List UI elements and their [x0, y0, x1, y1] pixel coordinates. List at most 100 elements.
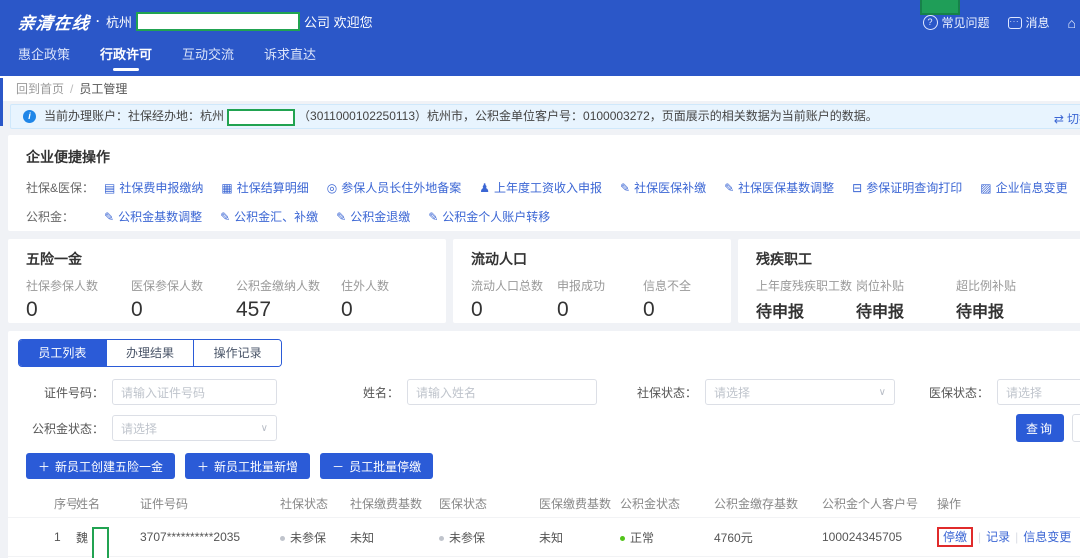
quick-link[interactable]: ✎社保医保基数调整	[724, 179, 834, 196]
panel-tab[interactable]: 员工列表	[19, 340, 106, 366]
edit-icon: ✎	[220, 211, 230, 223]
stat-value: 待申报	[856, 298, 956, 322]
quick-link-label: 社保费申报缴纳	[119, 179, 203, 196]
table-header-cell: 医保状态	[439, 495, 539, 512]
stat-value: 0	[341, 298, 446, 322]
panel-tab[interactable]: 操作记录	[193, 340, 281, 366]
quick-link[interactable]: ✎ 公积金退缴	[336, 208, 410, 225]
stat-value: 457	[236, 298, 341, 322]
quick-ops-title: 企业便捷操作	[26, 147, 1080, 167]
banner-text-after: （3011000102250113）杭州市，公积金单位客户号：010000327…	[298, 109, 878, 123]
quick-link[interactable]: ▤社保费申报缴纳	[104, 179, 203, 196]
stat-value: 0	[26, 298, 131, 322]
info-icon	[23, 110, 36, 123]
stat-value: 0	[131, 298, 236, 322]
stat-item: 信息不全0	[643, 277, 729, 322]
filter-placeholder: 请选择	[714, 384, 750, 401]
quick-ops-category-label: 公积金：	[26, 208, 104, 225]
stat-item: 住外人数0	[341, 277, 446, 322]
filter-select[interactable]: 请选择∨	[997, 379, 1080, 405]
stat-value: 0	[471, 298, 557, 322]
account-banner: 当前办理账户：社保经办地：杭州（3011000102250113）杭州市，公积金…	[10, 104, 1080, 129]
stat-item: 流动人口总数0	[471, 277, 557, 322]
panel-tab[interactable]: 办理结果	[106, 340, 194, 366]
stat-label: 申报成功	[557, 277, 643, 294]
stat-item: 超比例补贴待申报	[956, 277, 1056, 322]
nav-tab[interactable]: 惠企政策	[18, 42, 70, 63]
status-text: 未参保	[449, 531, 485, 545]
quick-link[interactable]: ⊟参保证明查询打印	[852, 179, 962, 196]
edit-icon: ✎	[724, 182, 734, 194]
faq-label: 常见问题	[942, 14, 990, 31]
workspace-link[interactable]: ⌂	[1068, 17, 1076, 29]
filter-group: 证件号码： 请输入证件号码	[8, 379, 277, 405]
quick-link[interactable]: ▦社保结算明细	[221, 179, 308, 196]
annotation-highlight: 停缴	[937, 527, 973, 547]
quick-link-label: 参保证明查询打印	[866, 179, 962, 196]
quick-link[interactable]: ♟上年度工资收入申报	[479, 179, 602, 196]
question-icon	[923, 15, 938, 30]
stats-card: 残疾职工上年度残疾职工数待申报岗位补贴待申报超比例补贴待申报	[738, 239, 1080, 323]
search-button[interactable]: 查询	[1016, 414, 1064, 442]
stat-value: 0	[557, 298, 643, 322]
faq-link[interactable]: 常见问题	[923, 14, 990, 31]
stat-label: 岗位补贴	[856, 277, 956, 294]
quick-ops-category-label: 社保&医保：	[26, 179, 104, 196]
stat-value: 0	[643, 298, 729, 322]
main-nav: 惠企政策 行政许可 互动交流 诉求直达	[0, 42, 1080, 76]
filter-placeholder: 请输入证件号码	[121, 384, 205, 401]
stat-value: 待申报	[956, 298, 1056, 322]
switch-account-link[interactable]: ⇄ 切换账户	[1054, 110, 1080, 127]
quick-link[interactable]: ▨企业信息变更	[980, 179, 1067, 196]
filter-select[interactable]: 请选择∨	[112, 415, 277, 441]
stat-item: 医保参保人数0	[131, 277, 236, 322]
edit-icon: ✎	[104, 211, 114, 223]
stat-label: 上年度残疾职工数	[756, 277, 856, 294]
action-button[interactable]: －员工批量停缴	[320, 453, 433, 479]
nav-tab[interactable]: 互动交流	[182, 42, 234, 63]
quick-link-label: 企业信息变更	[996, 179, 1068, 196]
app-logo: 亲清在线	[17, 9, 92, 34]
table-header-cell: 姓名	[76, 495, 140, 512]
quick-link[interactable]: ◎参保人员长住外地备案	[327, 179, 462, 196]
stats-items: 社保参保人数0医保参保人数0公积金缴纳人数457住外人数0	[26, 277, 446, 322]
filter-select[interactable]: 请选择∨	[705, 379, 895, 405]
action-button[interactable]: ＋新员工创建五险一金	[26, 453, 175, 479]
messages-link[interactable]: 消息	[1008, 14, 1050, 31]
table-cell-social-status: 未参保	[280, 529, 350, 546]
action-button-label: 新员工批量新增	[214, 458, 298, 475]
edit-icon: ✎	[336, 211, 346, 223]
filter-input[interactable]: 请输入证件号码	[112, 379, 277, 405]
quick-link[interactable]: ✎公积金个人账户转移	[428, 208, 550, 225]
operation-link-信息变更[interactable]: 信息变更	[1023, 530, 1071, 544]
nav-tab[interactable]: 诉求直达	[264, 42, 316, 63]
employee-tabs: 员工列表办理结果操作记录	[18, 339, 282, 367]
quick-link[interactable]: ✎社保医保补缴	[620, 179, 706, 196]
filter-label: 证件号码：	[8, 384, 112, 401]
action-button-label: 员工批量停缴	[349, 458, 421, 475]
reset-button[interactable]: 重置	[1072, 414, 1080, 442]
operation-link-记录[interactable]: 记录	[986, 530, 1010, 544]
table-header-cell: 社保状态	[280, 495, 350, 512]
operation-separator: |	[1015, 530, 1018, 544]
filter-input[interactable]: 请输入姓名	[407, 379, 597, 405]
quick-link-label: 社保医保补缴	[634, 179, 706, 196]
operation-link-停缴[interactable]: 停缴	[943, 530, 967, 544]
quick-link[interactable]: ✎公积金基数调整	[104, 208, 202, 225]
quick-link[interactable]: ✎ 公积金汇、补缴	[220, 208, 318, 225]
filter-label: 社保状态：	[633, 384, 705, 401]
action-button[interactable]: ＋新员工批量新增	[185, 453, 310, 479]
quick-operations-card: 企业便捷操作 社保&医保：▤社保费申报缴纳 ▦社保结算明细 ◎参保人员长住外地备案 ♟…	[8, 135, 1080, 231]
employee-panel: 员工列表办理结果操作记录 证件号码：请输入证件号码姓名：请输入姓名社保状态：请选…	[8, 331, 1080, 558]
breadcrumb-home[interactable]: 回到首页	[16, 80, 64, 97]
quick-link-label: 公积金汇、补缴	[234, 208, 318, 225]
header-utilities: 常见问题 消息 ⌂	[923, 14, 1077, 31]
table-cell-social-base: 未知	[350, 529, 439, 546]
edit-icon: ✎	[428, 211, 438, 223]
nav-tab[interactable]: 行政许可	[100, 42, 152, 63]
redaction-box	[136, 12, 300, 31]
quick-link-label: 公积金退缴	[350, 208, 410, 225]
filter-row-1: 证件号码：请输入证件号码姓名：请输入姓名社保状态：请选择∨医保状态：请选择∨	[8, 379, 1080, 405]
stat-item: 岗位补贴待申报	[856, 277, 956, 322]
stat-item: 上年度残疾职工数待申报	[756, 277, 856, 322]
